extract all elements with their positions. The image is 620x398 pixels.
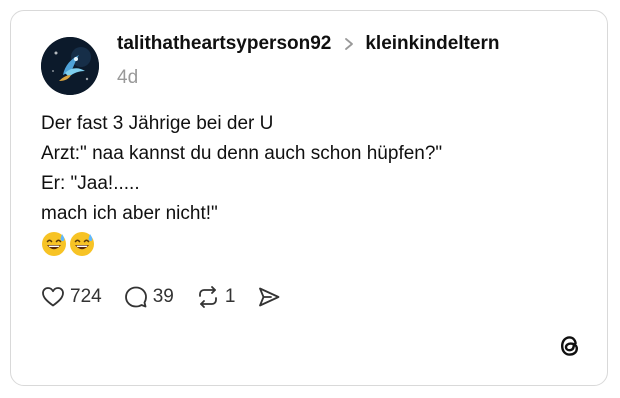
- emoji-row: [41, 231, 442, 257]
- reply-button[interactable]: 39: [124, 285, 174, 309]
- username-link[interactable]: talithatheartsyperson92: [117, 33, 331, 55]
- repost-button[interactable]: 1: [196, 285, 236, 309]
- avatar[interactable]: [41, 37, 99, 95]
- grinning-face-with-sweat-emoji: [70, 232, 94, 256]
- send-icon: [259, 287, 280, 307]
- reply-count: 39: [152, 286, 174, 307]
- post-text-line: Der fast 3 Jährige bei der U: [41, 113, 274, 134]
- like-button[interactable]: 724: [41, 285, 102, 309]
- post-card: talithatheartsyperson92 kleinkindeltern …: [10, 10, 608, 386]
- post-text-line: mach ich aber nicht!": [41, 203, 218, 224]
- speech-bubble-icon: [124, 286, 147, 308]
- chevron-right-icon: [345, 38, 354, 50]
- heart-icon: [42, 287, 64, 307]
- post-header: talithatheartsyperson92 kleinkindeltern: [117, 33, 499, 55]
- threads-logo-icon[interactable]: [557, 333, 583, 359]
- action-bar: 724 39 1: [41, 285, 303, 309]
- post-text-line: Arzt:" naa kannst du denn auch schon hüp…: [41, 143, 443, 164]
- community-link[interactable]: kleinkindeltern: [365, 33, 499, 55]
- repost-count: 1: [224, 286, 236, 307]
- avatar-image: [41, 37, 99, 95]
- post-text: Der fast 3 Jährige bei der U Arzt:" naa …: [41, 109, 442, 257]
- like-count: 724: [70, 286, 102, 307]
- post-timestamp[interactable]: 4d: [117, 67, 138, 89]
- share-button[interactable]: [257, 285, 281, 309]
- grinning-face-with-sweat-emoji: [42, 232, 66, 256]
- repost-icon: [198, 286, 217, 308]
- post-text-line: Er: "Jaa!.....: [41, 173, 140, 194]
